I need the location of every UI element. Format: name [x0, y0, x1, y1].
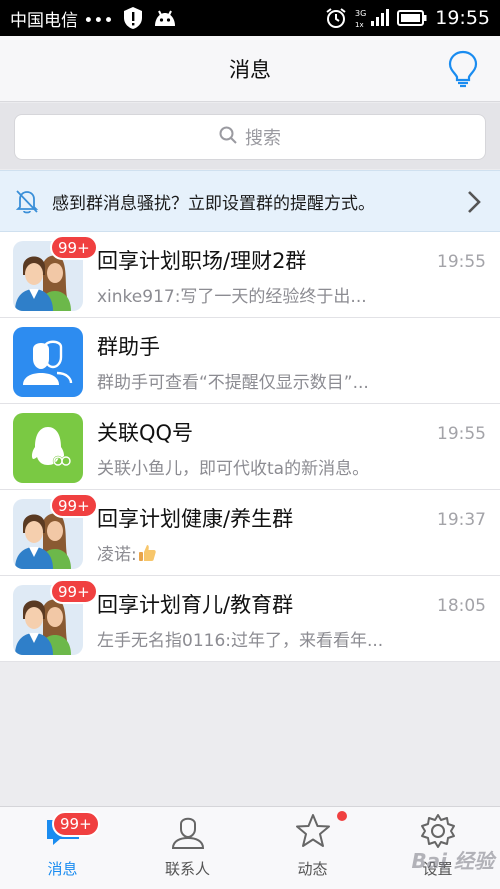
tab-label: 联系人 [164, 860, 210, 878]
network-type: 3G [355, 9, 366, 18]
muted-bell-icon [12, 186, 42, 216]
conversation-preview: 群助手可查看“不提醒仅显示数目”... [97, 373, 369, 393]
new-dot [337, 811, 347, 821]
tab-moments[interactable]: 动态 [250, 807, 375, 889]
conversation-preview: 左手无名指0116:过年了，来看看年... [97, 631, 384, 651]
status-bar: 中国电信 ••• 3G 1x 19:55 [0, 0, 500, 36]
conversation-row[interactable]: 群助手 群助手可查看“不提醒仅显示数目”... [0, 318, 500, 404]
linked-qq-avatar [13, 413, 83, 483]
conversation-time: 19:37 [437, 510, 486, 530]
clock: 19:55 [435, 7, 490, 29]
conversation-title: 回享计划健康/养生群 [97, 507, 294, 531]
thumbs-up-emoji-icon [137, 543, 157, 568]
conversation-title: 回享计划育儿/教育群 [97, 593, 294, 617]
conversation-row[interactable]: 99+ 回享计划育儿/教育群 18:05 左手无名指0116:过年了，来看看年.… [0, 576, 500, 662]
bottom-tab-bar: 99+ 消息 联系人 动态 设置 Bai 经验 [0, 806, 500, 889]
search-input[interactable]: 搜索 [14, 114, 486, 160]
page-title: 消息 [229, 57, 271, 82]
lightbulb-icon[interactable] [448, 50, 478, 88]
tab-badge: 99+ [52, 811, 100, 837]
tab-label: 消息 [47, 860, 78, 878]
conversation-list: 99+ 回享计划职场/理财2群 19:55 xinke917:写了一天的经验终于… [0, 232, 500, 662]
conversation-title: 群助手 [97, 335, 160, 359]
battery-icon [397, 10, 427, 26]
unread-badge: 99+ [50, 579, 98, 604]
conversation-row[interactable]: 99+ 回享计划职场/理财2群 19:55 xinke917:写了一天的经验终于… [0, 232, 500, 318]
svg-text:1x: 1x [355, 21, 364, 29]
conversation-preview: 关联小鱼儿，即可代收ta的新消息。 [97, 459, 370, 479]
carrier-label: 中国电信 ••• [10, 10, 114, 31]
search-area: 搜索 [0, 103, 500, 169]
star-icon [294, 812, 332, 850]
conversation-time: 19:55 [437, 424, 486, 444]
watermark: Bai 经验 [411, 849, 494, 873]
conversation-time: 19:55 [437, 252, 486, 272]
tab-settings[interactable]: 设置 Bai 经验 [375, 807, 500, 889]
signal-icon: 3G 1x [355, 7, 390, 29]
preview-text: 凌诺: [97, 545, 137, 565]
unread-badge: 99+ [50, 493, 98, 518]
group-assistant-avatar [13, 327, 83, 397]
chevron-right-icon [466, 188, 482, 216]
conversation-preview: xinke917:写了一天的经验终于出... [97, 287, 367, 307]
screen: 中国电信 ••• 3G 1x 19:55 消息 搜索 感到群消息骚扰？立即设置群… [0, 0, 500, 889]
conversation-row[interactable]: 关联QQ号 19:55 关联小鱼儿，即可代收ta的新消息。 [0, 404, 500, 490]
group-notify-banner[interactable]: 感到群消息骚扰？立即设置群的提醒方式。 [0, 170, 500, 232]
unread-badge: 99+ [50, 235, 98, 260]
conversation-row[interactable]: 99+ 回享计划健康/养生群 19:37 凌诺: [0, 490, 500, 576]
alarm-icon [325, 7, 347, 29]
conversation-title: 关联QQ号 [97, 421, 194, 445]
android-icon [152, 8, 178, 28]
banner-text: 感到群消息骚扰？立即设置群的提醒方式。 [52, 193, 375, 214]
shield-icon [122, 6, 144, 30]
conversation-time: 18:05 [437, 596, 486, 616]
conversation-preview: 凌诺: [97, 540, 407, 568]
contacts-icon [169, 812, 207, 850]
title-bar: 消息 [0, 36, 500, 102]
tab-messages[interactable]: 99+ 消息 [0, 807, 125, 889]
tab-label: 动态 [297, 860, 328, 878]
search-icon [219, 126, 237, 149]
conversation-title: 回享计划职场/理财2群 [97, 249, 307, 273]
tab-contacts[interactable]: 联系人 [125, 807, 250, 889]
search-placeholder: 搜索 [245, 128, 281, 149]
